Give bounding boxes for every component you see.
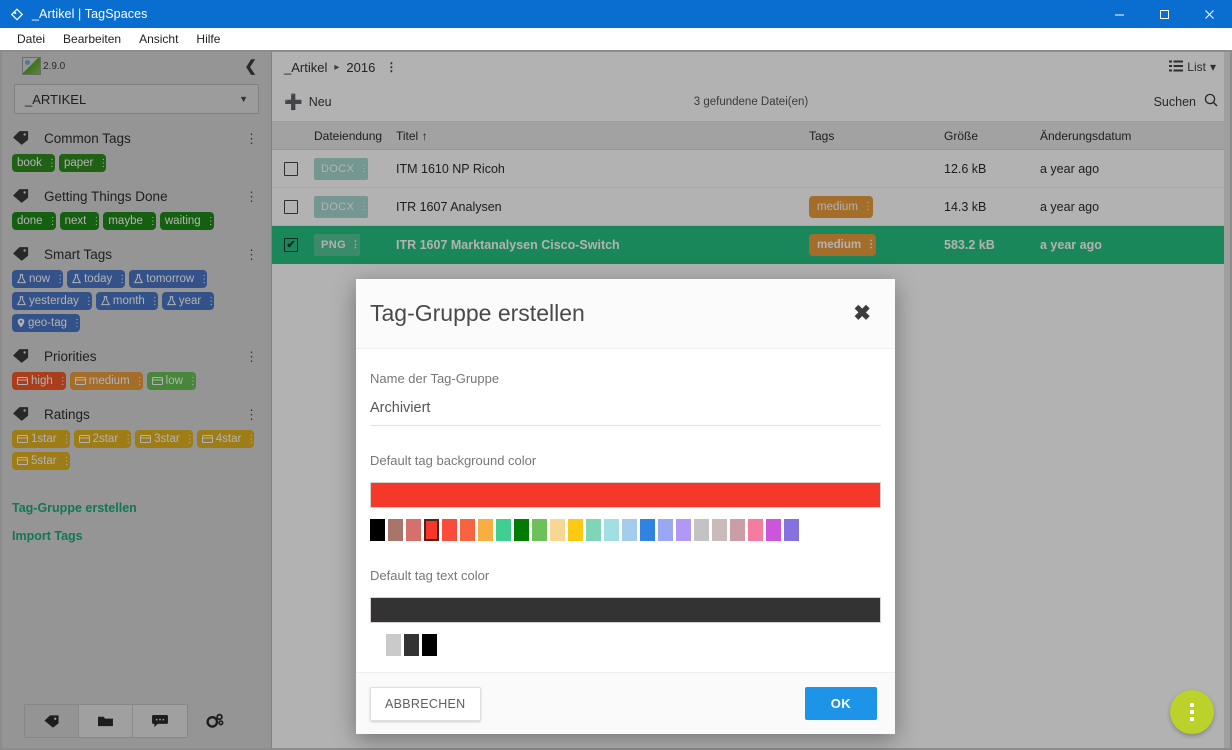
bg-color-swatch[interactable] [712,519,727,541]
menu-item-ansicht[interactable]: Ansicht [130,30,187,48]
bg-color-swatch[interactable] [568,519,583,541]
bg-color-swatch[interactable] [784,519,799,541]
bg-color-swatch[interactable] [766,519,781,541]
bg-color-swatch[interactable] [370,519,385,541]
bg-color-swatch[interactable] [442,519,457,541]
more-vertical-icon [1190,717,1194,721]
menu-item-datei[interactable]: Datei [8,30,54,48]
dialog-header: Tag-Gruppe erstellen ✖ [356,279,895,349]
bg-color-swatch[interactable] [622,519,637,541]
bg-color-swatch[interactable] [658,519,673,541]
more-vertical-icon [1190,710,1194,714]
ok-button[interactable]: OK [804,687,877,720]
text-color-swatches [370,634,881,656]
bg-color-swatch[interactable] [496,519,511,541]
menu-item-bearbeiten[interactable]: Bearbeiten [54,30,130,48]
tagspaces-window: _Artikel | TagSpaces Datei Bearbeiten An… [0,0,1232,750]
bg-color-swatch[interactable] [532,519,547,541]
tag-group-name-input[interactable]: Archiviert [370,400,881,426]
window-title: _Artikel | TagSpaces [32,7,148,21]
title-bar: _Artikel | TagSpaces [0,0,1232,28]
text-color-swatch[interactable] [422,634,437,656]
bg-color-swatch[interactable] [694,519,709,541]
bg-color-swatch[interactable] [514,519,529,541]
dialog-body: Name der Tag-Gruppe Archiviert Default t… [356,349,895,672]
text-color-label: Default tag text color [370,568,490,583]
text-color-swatch[interactable] [404,634,419,656]
text-color-preview[interactable] [370,597,881,623]
bg-color-swatch[interactable] [424,519,439,541]
text-color-swatch[interactable] [386,634,401,656]
create-tag-group-dialog: Tag-Gruppe erstellen ✖ Name der Tag-Grup… [356,279,895,734]
bg-color-swatches [370,519,881,541]
bg-color-swatch[interactable] [730,519,745,541]
bg-color-swatch[interactable] [676,519,691,541]
window-controls [1097,0,1232,28]
close-icon[interactable] [1187,0,1232,28]
bg-color-label: Default tag background color [370,453,537,468]
cancel-button[interactable]: ABBRECHEN [370,686,481,721]
bg-color-preview[interactable] [370,482,881,508]
bg-color-swatch[interactable] [748,519,763,541]
maximize-icon[interactable] [1142,0,1187,28]
more-vertical-icon [1190,703,1194,707]
dialog-footer: ABBRECHEN OK [356,672,895,734]
text-color-section: Default tag text color [370,568,881,656]
bg-color-swatch[interactable] [604,519,619,541]
tagspaces-icon [9,6,25,22]
tag-group-name-label: Name der Tag-Gruppe [370,371,500,386]
bg-color-swatch[interactable] [460,519,475,541]
bg-color-section: Default tag background color [370,453,881,541]
bg-color-swatch[interactable] [640,519,655,541]
dialog-title: Tag-Gruppe erstellen [370,300,585,326]
bg-color-swatch[interactable] [388,519,403,541]
menu-bar: Datei Bearbeiten Ansicht Hilfe [0,28,1232,50]
bg-color-swatch[interactable] [406,519,421,541]
menu-item-hilfe[interactable]: Hilfe [187,30,229,48]
minimize-icon[interactable] [1097,0,1142,28]
floating-action-button[interactable] [1170,690,1214,734]
bg-color-swatch[interactable] [478,519,493,541]
close-icon[interactable]: ✖ [853,303,871,324]
bg-color-swatch[interactable] [586,519,601,541]
bg-color-swatch[interactable] [550,519,565,541]
